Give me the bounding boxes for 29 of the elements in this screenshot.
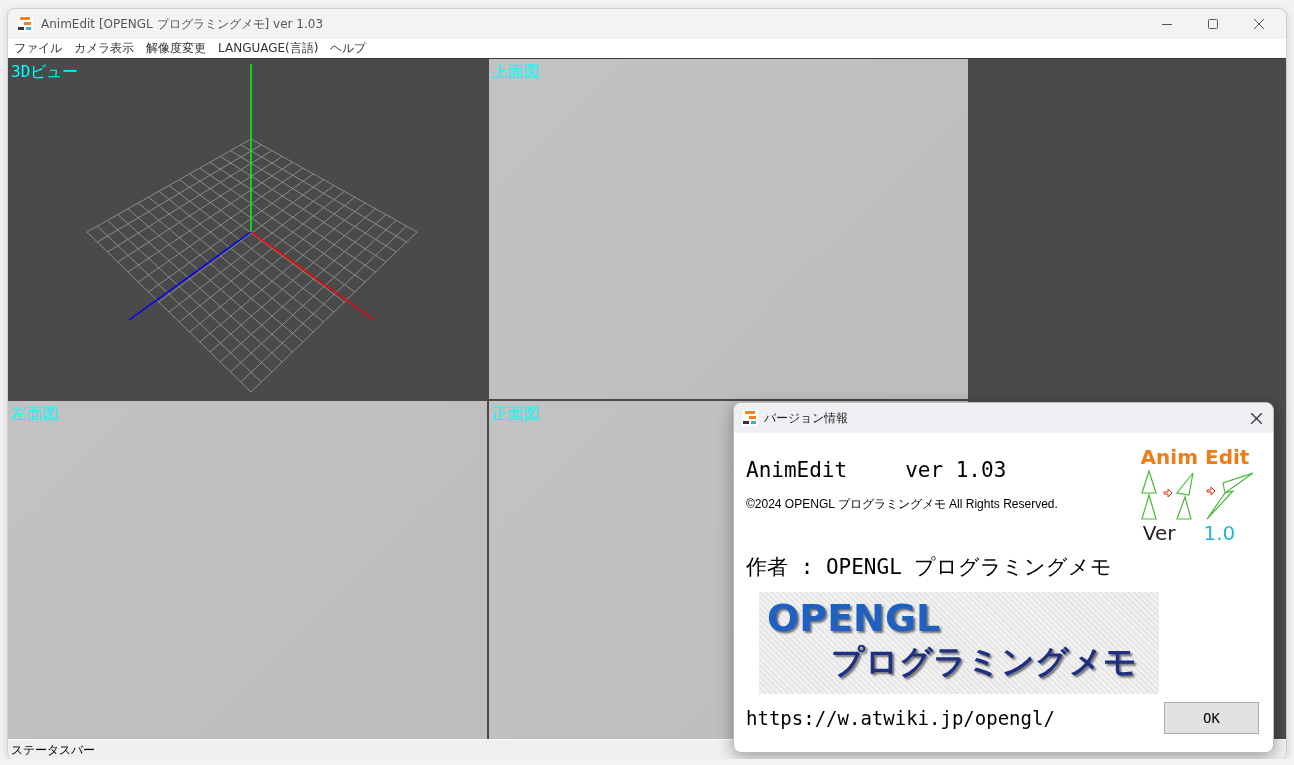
menu-item[interactable]: LANGUAGE(言語) xyxy=(213,39,326,58)
app-icon xyxy=(742,410,758,426)
banner-title: OPENGL xyxy=(767,596,941,640)
viewport-label: 上面図 xyxy=(491,61,540,83)
app-icon xyxy=(17,16,33,32)
logo-title: Anim Edit xyxy=(1140,445,1250,469)
viewport-label: 左面図 xyxy=(10,403,59,425)
logo-ver-text: Ver xyxy=(1142,521,1176,545)
author-text: 作者 : OPENGL プログラミングメモ xyxy=(746,554,1114,581)
menu-item[interactable]: 解像度変更 xyxy=(141,39,213,58)
window-title: AnimEdit [OPENGL プログラミングメモ] ver 1.03 xyxy=(41,15,324,33)
minimize-icon xyxy=(1162,23,1172,25)
viewport-label: 3Dビュー xyxy=(10,61,79,83)
ok-button[interactable]: OK xyxy=(1164,702,1259,734)
close-icon xyxy=(1254,19,1264,29)
close-icon xyxy=(1250,412,1262,424)
logo-version-number: 1.0 xyxy=(1203,521,1236,545)
status-text: ステータスバー xyxy=(10,741,95,759)
maximize-icon xyxy=(1208,19,1218,29)
banner-subtitle: プログラミングメモ xyxy=(831,641,1137,683)
menu-item[interactable]: ファイル xyxy=(9,39,69,58)
menu-item[interactable]: カメラ表示 xyxy=(69,39,141,58)
copyright-text: ©2024 OPENGL プログラミングメモ All Rights Reserved. xyxy=(746,496,1059,513)
website-link[interactable]: https://w.atwiki.jp/opengl/ xyxy=(746,707,1055,729)
viewport-label: 正面図 xyxy=(491,403,540,425)
app-name: AnimEdit xyxy=(746,458,848,482)
menu-item[interactable]: ヘルプ xyxy=(325,39,374,58)
dialog-title: バージョン情報 xyxy=(764,409,848,427)
version-text: ver 1.03 xyxy=(905,458,1007,482)
